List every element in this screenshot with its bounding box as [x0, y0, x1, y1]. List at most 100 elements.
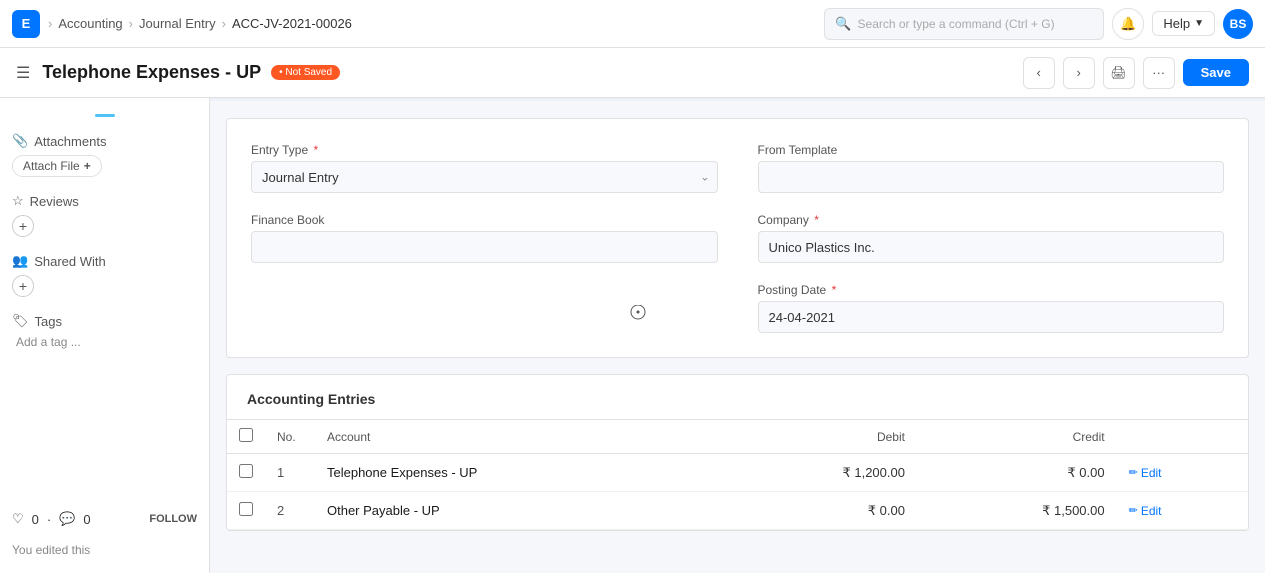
not-saved-badge: • Not Saved: [271, 65, 340, 80]
row1-checkbox[interactable]: [239, 464, 253, 478]
topbar-actions: 🔔 Help ▼ BS: [1112, 8, 1253, 40]
entry-type-select[interactable]: Journal Entry: [251, 161, 718, 193]
sidebar-tags-section: 🏷 Tags Add a tag ...: [12, 313, 197, 349]
chevron-down-icon: ▼: [1194, 18, 1204, 29]
attachment-icon: 📎: [12, 133, 28, 149]
more-options-button[interactable]: ···: [1143, 57, 1175, 89]
col-checkbox: [227, 420, 265, 454]
prev-button[interactable]: ‹: [1023, 57, 1055, 89]
row1-account: Telephone Expenses - UP: [315, 454, 717, 492]
row1-credit: ₹ 0.00: [917, 454, 1117, 492]
topbar: E › Accounting › Journal Entry › ACC-JV-…: [0, 0, 1265, 48]
entry-type-select-wrapper: Journal Entry ⌄: [251, 161, 718, 193]
col-no: No.: [265, 420, 315, 454]
row1-debit: ₹ 1,200.00: [717, 454, 917, 492]
plus-icon: +: [84, 159, 91, 173]
breadcrumb-current: ACC-JV-2021-00026: [232, 16, 352, 31]
posting-date-group: Posting Date *: [758, 283, 1225, 333]
attachments-header: 📎 Attachments: [12, 133, 197, 149]
help-button[interactable]: Help ▼: [1152, 11, 1215, 36]
add-tag-label[interactable]: Add a tag ...: [16, 335, 197, 349]
row2-checkbox-cell: [227, 492, 265, 530]
attach-file-row: Attach File +: [12, 155, 197, 177]
scroll-top-indicator: [210, 98, 1265, 102]
edit-icon: ✏: [1129, 504, 1138, 517]
avatar[interactable]: BS: [1223, 9, 1253, 39]
reviews-header: ☆ Reviews: [12, 193, 197, 209]
table-header-row: No. Account Debit Credit: [227, 420, 1248, 454]
breadcrumb: › Accounting › Journal Entry › ACC-JV-20…: [48, 16, 352, 31]
finance-book-group: Finance Book: [251, 213, 718, 263]
app-icon[interactable]: E: [12, 10, 40, 38]
breadcrumb-accounting[interactable]: Accounting: [58, 16, 122, 31]
col-debit: Debit: [717, 420, 917, 454]
chevron-right-icon: ›: [222, 16, 226, 31]
attach-label: Attach File: [23, 159, 80, 173]
row2-debit: ₹ 0.00: [717, 492, 917, 530]
follow-button[interactable]: FOLLOW: [149, 513, 197, 525]
company-label: Company *: [758, 213, 1225, 227]
sidebar-attachments-section: 📎 Attachments Attach File +: [12, 133, 197, 177]
add-shared-button[interactable]: +: [12, 275, 34, 297]
comment-icon[interactable]: 💬: [59, 511, 75, 527]
sidebar: 📎 Attachments Attach File + ☆ Reviews + …: [0, 98, 210, 573]
reviews-label: Reviews: [30, 194, 79, 209]
breadcrumb-journal-entry[interactable]: Journal Entry: [139, 16, 216, 31]
main-content: 📎 Attachments Attach File + ☆ Reviews + …: [0, 98, 1265, 573]
edit-icon: ✏: [1129, 466, 1138, 479]
col-account: Account: [315, 420, 717, 454]
like-count: 0: [32, 512, 39, 527]
table-row: 1 Telephone Expenses - UP ₹ 1,200.00 ₹ 0…: [227, 454, 1248, 492]
from-template-label: From Template: [758, 143, 1225, 157]
attach-file-button[interactable]: Attach File +: [12, 155, 102, 177]
accounting-entries-card: Accounting Entries No. Account Debit Cre…: [226, 374, 1249, 531]
page-title: Telephone Expenses - UP: [42, 62, 261, 83]
save-button[interactable]: Save: [1183, 59, 1249, 86]
tags-header: 🏷 Tags: [12, 313, 197, 329]
posting-date-input[interactable]: [758, 301, 1225, 333]
print-button[interactable]: 🖨: [1103, 57, 1135, 89]
row2-credit: ₹ 1,500.00: [917, 492, 1117, 530]
search-placeholder: Search or type a command (Ctrl + G): [858, 17, 1055, 31]
entry-type-label: Entry Type *: [251, 143, 718, 157]
row1-edit-button[interactable]: ✏ Edit: [1129, 466, 1236, 480]
from-template-input[interactable]: [758, 161, 1225, 193]
titlebar-actions: ‹ › 🖨 ··· Save: [1023, 57, 1249, 89]
row1-checkbox-cell: [227, 454, 265, 492]
finance-book-input[interactable]: [251, 231, 718, 263]
search-icon: 🔍: [835, 16, 851, 32]
row1-actions: ✏ Edit: [1117, 454, 1248, 492]
sidebar-shared-with-section: 👥 Shared With +: [12, 253, 197, 297]
row2-account: Other Payable - UP: [315, 492, 717, 530]
titlebar: ☰ Telephone Expenses - UP • Not Saved ‹ …: [0, 48, 1265, 98]
dot-sep: ·: [47, 512, 51, 527]
table-row: 2 Other Payable - UP ₹ 0.00 ₹ 1,500.00 ✏…: [227, 492, 1248, 530]
comment-count: 0: [83, 512, 90, 527]
row1-no: 1: [265, 454, 315, 492]
finance-book-label: Finance Book: [251, 213, 718, 227]
shared-with-header: 👥 Shared With: [12, 253, 197, 269]
required-indicator: *: [313, 143, 318, 157]
posting-date-label: Posting Date *: [758, 283, 1225, 297]
add-review-button[interactable]: +: [12, 215, 34, 237]
people-icon: 👥: [12, 253, 28, 269]
entries-table: No. Account Debit Credit 1 Telephone Exp…: [227, 419, 1248, 530]
shared-with-label: Shared With: [34, 254, 106, 269]
row2-no: 2: [265, 492, 315, 530]
select-all-checkbox[interactable]: [239, 428, 253, 442]
company-input[interactable]: [758, 231, 1225, 263]
notifications-button[interactable]: 🔔: [1112, 8, 1144, 40]
row2-edit-button[interactable]: ✏ Edit: [1129, 504, 1236, 518]
row2-checkbox[interactable]: [239, 502, 253, 516]
form-card: Entry Type * Journal Entry ⌄ From Templa…: [226, 118, 1249, 358]
star-icon: ☆: [12, 193, 24, 209]
hamburger-menu-icon[interactable]: ☰: [16, 63, 30, 83]
search-bar[interactable]: 🔍 Search or type a command (Ctrl + G): [824, 8, 1104, 40]
like-icon[interactable]: ♡: [12, 511, 24, 527]
next-button[interactable]: ›: [1063, 57, 1095, 89]
tag-icon: 🏷: [12, 313, 29, 329]
sidebar-footer: ♡ 0 · 💬 0 FOLLOW: [12, 511, 197, 527]
content-area: Entry Type * Journal Entry ⌄ From Templa…: [210, 98, 1265, 573]
row2-actions: ✏ Edit: [1117, 492, 1248, 530]
col-credit: Credit: [917, 420, 1117, 454]
